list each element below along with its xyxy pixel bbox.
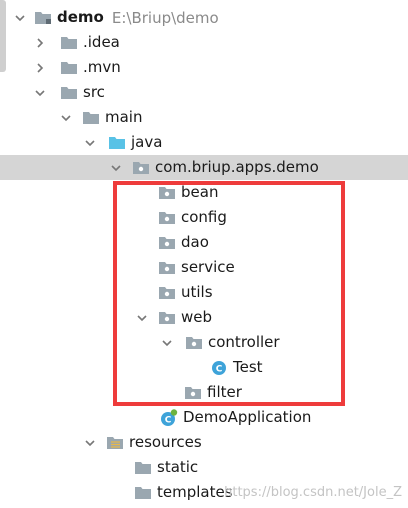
svg-text:C: C [216, 364, 223, 374]
tree-label: filter [207, 383, 242, 401]
tree-label: utils [181, 283, 213, 301]
folder-icon [134, 485, 152, 501]
tree-node-mvn[interactable]: .mvn [0, 55, 408, 80]
project-path: E:\Briup\demo [111, 8, 219, 27]
tree-label: .idea [83, 33, 120, 51]
chevron-right-icon[interactable] [32, 55, 48, 80]
project-name: demo [57, 8, 104, 26]
chevron-down-icon[interactable] [82, 130, 98, 155]
package-icon [158, 260, 176, 276]
tree-node-utils[interactable]: utils [0, 280, 408, 305]
tree-label: resources [129, 433, 202, 451]
svg-text:C: C [165, 415, 172, 425]
tree-label: service [181, 258, 235, 276]
tree-label: templates [157, 483, 233, 501]
package-icon [158, 210, 176, 226]
resources-folder-icon [106, 435, 124, 451]
tree-node-main[interactable]: main [0, 105, 408, 130]
folder-icon [134, 460, 152, 476]
chevron-down-icon[interactable] [82, 430, 98, 455]
tree-label: web [181, 308, 213, 326]
tree-node-filter[interactable]: filter [0, 380, 408, 405]
tree-node-demo-application[interactable]: C DemoApplication [0, 405, 408, 430]
package-icon [185, 335, 203, 351]
tree-label: DemoApplication [183, 408, 312, 426]
chevron-down-icon[interactable] [108, 155, 124, 180]
chevron-down-icon[interactable] [134, 305, 150, 330]
folder-icon [60, 60, 78, 76]
tree-label: controller [208, 333, 280, 351]
tree-label: config [181, 208, 227, 226]
tree-node-src[interactable]: src [0, 80, 408, 105]
module-folder-icon [34, 10, 52, 26]
tree-node-idea[interactable]: .idea [0, 30, 408, 55]
package-icon [158, 310, 176, 326]
tree-label: java [131, 133, 163, 151]
package-icon [132, 160, 150, 176]
tree-label: dao [181, 233, 209, 251]
spring-boot-class-icon: C [160, 408, 178, 426]
package-icon [158, 285, 176, 301]
tree-node-service[interactable]: service [0, 255, 408, 280]
package-icon [158, 185, 176, 201]
tree-node-bean[interactable]: bean [0, 180, 408, 205]
tree-label: bean [181, 183, 219, 201]
tree-node-project[interactable]: demo E:\Briup\demo [0, 5, 408, 30]
folder-icon [60, 85, 78, 101]
chevron-down-icon[interactable] [32, 80, 48, 105]
tree-label: .mvn [83, 58, 121, 76]
tree-label: main [105, 108, 143, 126]
watermark: https://blog.csdn.net/Jole_Z [224, 485, 402, 500]
tree-node-web[interactable]: web [0, 305, 408, 330]
tree-node-java[interactable]: java [0, 130, 408, 155]
tree-node-controller[interactable]: controller [0, 330, 408, 355]
tree-node-resources[interactable]: resources [0, 430, 408, 455]
tree-label: com.briup.apps.demo [155, 158, 319, 176]
source-folder-icon [108, 135, 126, 151]
tree-node-package[interactable]: com.briup.apps.demo [0, 155, 408, 180]
chevron-down-icon[interactable] [159, 330, 175, 355]
folder-icon [82, 110, 100, 126]
package-icon [158, 235, 176, 251]
tree-label: src [83, 83, 105, 101]
tree-label: Test [233, 358, 263, 376]
chevron-right-icon[interactable] [32, 30, 48, 55]
tree-node-static[interactable]: static [0, 455, 408, 480]
tree-node-config[interactable]: config [0, 205, 408, 230]
chevron-down-icon[interactable] [12, 5, 28, 30]
tree-node-dao[interactable]: dao [0, 230, 408, 255]
chevron-down-icon[interactable] [58, 105, 74, 130]
tree-node-test-class[interactable]: C Test [0, 355, 408, 380]
tree-label: static [157, 458, 199, 476]
class-icon: C [210, 360, 228, 376]
folder-icon [60, 35, 78, 51]
package-icon [184, 385, 202, 401]
